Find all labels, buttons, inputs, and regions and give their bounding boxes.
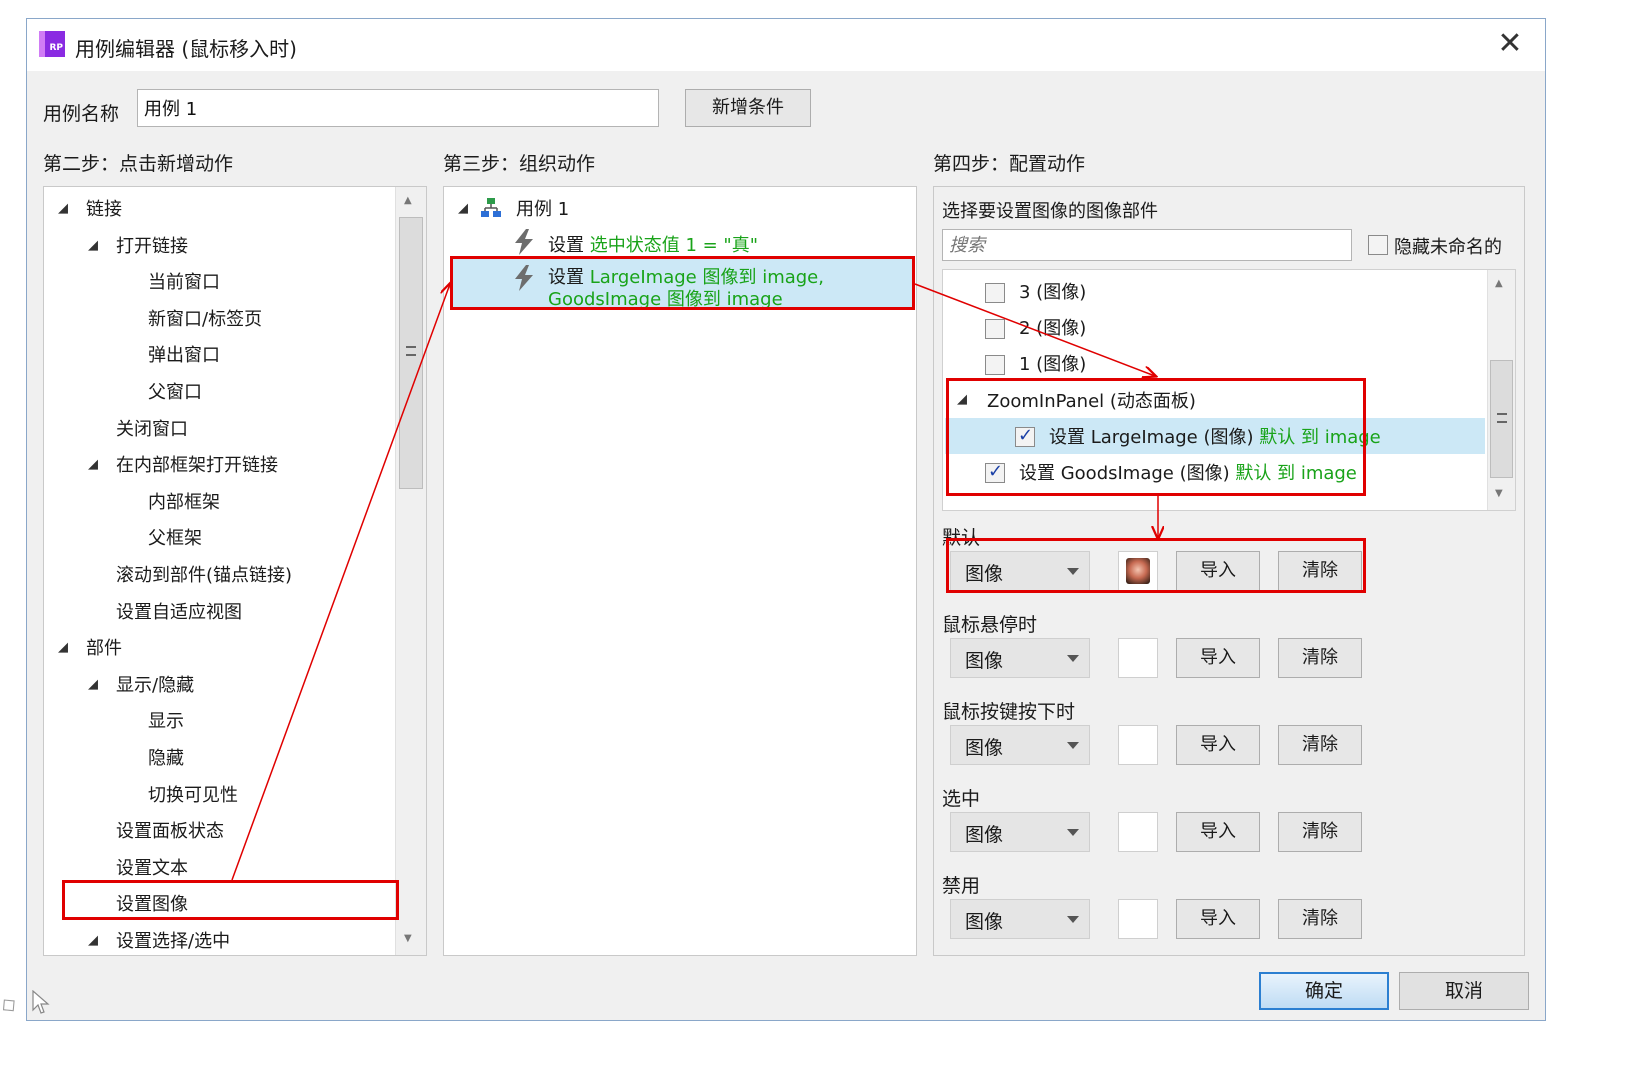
- image-type-select[interactable]: 图像: [950, 638, 1090, 678]
- chevron-down-icon: [1067, 916, 1079, 923]
- action-tree-item[interactable]: 打开链接: [116, 232, 188, 258]
- clear-button[interactable]: 清除: [1278, 638, 1362, 678]
- scroll-down-icon[interactable]: ▼: [404, 933, 412, 944]
- select-value: 图像: [965, 650, 1004, 672]
- action-tree-item[interactable]: 设置选择/选中: [116, 927, 230, 953]
- import-button[interactable]: 导入: [1176, 812, 1260, 852]
- step3-heading: 第三步：组织动作: [443, 153, 596, 175]
- expand-triangle-icon[interactable]: ◢: [88, 933, 98, 948]
- action-tree-item[interactable]: 父框架: [148, 524, 202, 550]
- image-preview: [1118, 899, 1158, 939]
- action-tree-item[interactable]: 隐藏: [148, 744, 184, 770]
- import-button[interactable]: 导入: [1176, 638, 1260, 678]
- step4-heading: 第四步：配置动作: [933, 153, 1086, 175]
- image-type-select[interactable]: 图像: [950, 812, 1090, 852]
- hide-unnamed-label: 隐藏未命名的: [1394, 237, 1502, 258]
- state-label: 选中: [942, 788, 981, 810]
- scroll-thumb[interactable]: [1490, 360, 1513, 478]
- action-tree-item[interactable]: 切换可见性: [148, 781, 238, 807]
- scroll-up-icon[interactable]: ▲: [1495, 278, 1503, 289]
- action-tree-item[interactable]: 设置面板状态: [116, 817, 224, 843]
- image-preview: [1118, 638, 1158, 678]
- annotation-box-set-image: [62, 880, 399, 920]
- add-condition-button[interactable]: 新增条件: [685, 89, 811, 127]
- actions-tree-panel: ◢ 链接 ◢ 打开链接当前窗口新窗口/标签页 弹出窗口父窗口关闭窗口 ◢ 在内部框架打开链接…: [43, 186, 427, 956]
- widget-checkbox-1[interactable]: [985, 355, 1005, 375]
- action-tree-item[interactable]: 链接: [86, 195, 122, 221]
- state-label: 鼠标按键按下时: [942, 701, 1076, 723]
- chevron-down-icon: [1067, 742, 1079, 749]
- ok-button[interactable]: 确定: [1259, 972, 1389, 1010]
- action-tree-item[interactable]: 当前窗口: [148, 268, 220, 294]
- state-label: 禁用: [942, 875, 981, 897]
- expand-triangle-icon[interactable]: ◢: [58, 640, 68, 655]
- widget-item-1[interactable]: 1 (图像): [1019, 350, 1086, 376]
- widget-checkbox-2[interactable]: [985, 319, 1005, 339]
- annotation-box-action: [450, 256, 915, 310]
- hide-unnamed-checkbox[interactable]: [1368, 235, 1388, 255]
- actions-tree-scrollbar[interactable]: ▲ ▼: [395, 187, 426, 955]
- eraser-cursor-icon: ◇: [0, 989, 22, 1019]
- image-preview: [1118, 725, 1158, 765]
- expand-triangle-icon[interactable]: ◢: [58, 201, 68, 216]
- import-button[interactable]: 导入: [1176, 725, 1260, 765]
- case-editor-dialog: RP 用例编辑器 (鼠标移入时) ✕ 用例名称 新增条件 第二步：点击新增动作 …: [26, 18, 1546, 1021]
- select-widget-heading: 选择要设置图像的图像部件: [942, 201, 1158, 222]
- action-tree-item[interactable]: 部件: [86, 634, 122, 660]
- action-tree-item[interactable]: 内部框架: [148, 488, 220, 514]
- widget-list-scrollbar[interactable]: ▲ ▼: [1487, 270, 1515, 510]
- image-type-select[interactable]: 图像: [950, 725, 1090, 765]
- widget-item-3[interactable]: 3 (图像): [1019, 278, 1086, 304]
- action-tree-item[interactable]: 设置自适应视图: [116, 598, 242, 624]
- annotation-box-default-state: [946, 538, 1366, 593]
- close-icon[interactable]: ✕: [1495, 29, 1525, 59]
- step2-heading: 第二步：点击新增动作: [43, 153, 234, 175]
- image-type-select[interactable]: 图像: [950, 899, 1090, 939]
- app-logo-icon: RP: [39, 31, 65, 57]
- select-value: 图像: [965, 737, 1004, 759]
- case-flow-icon: [480, 197, 501, 217]
- image-preview: [1118, 812, 1158, 852]
- action-tree-item[interactable]: 关闭窗口: [116, 415, 188, 441]
- lightning-icon: [512, 229, 536, 255]
- annotation-box-panel-widgets: [946, 378, 1366, 496]
- action-item-1[interactable]: 设置 选中状态值 1 = "真": [548, 231, 758, 257]
- action-tree-item[interactable]: 滚动到部件(锚点链接): [116, 561, 292, 587]
- clear-button[interactable]: 清除: [1278, 725, 1362, 765]
- case-name-input[interactable]: [137, 89, 659, 127]
- select-value: 图像: [965, 824, 1004, 846]
- action-tree-item[interactable]: 显示/隐藏: [116, 671, 194, 697]
- case-node-label[interactable]: 用例 1: [516, 195, 569, 221]
- case-name-label: 用例名称: [43, 103, 120, 125]
- select-value: 图像: [965, 911, 1004, 933]
- action-tree-item[interactable]: 新窗口/标签页: [148, 305, 262, 331]
- window-title: 用例编辑器 (鼠标移入时): [75, 37, 297, 61]
- action-tree-item[interactable]: 在内部框架打开链接: [116, 451, 278, 477]
- widget-item-2[interactable]: 2 (图像): [1019, 314, 1086, 340]
- chevron-down-icon: [1067, 829, 1079, 836]
- expand-triangle-icon[interactable]: ◢: [458, 201, 468, 216]
- scroll-thumb[interactable]: [399, 217, 423, 489]
- chevron-down-icon: [1067, 655, 1079, 662]
- clear-button[interactable]: 清除: [1278, 812, 1362, 852]
- action-tree-item[interactable]: 设置文本: [116, 854, 188, 880]
- expand-triangle-icon[interactable]: ◢: [88, 677, 98, 692]
- expand-triangle-icon[interactable]: ◢: [88, 457, 98, 472]
- pointer-cursor-icon: [32, 989, 50, 1021]
- expand-triangle-icon[interactable]: ◢: [88, 238, 98, 253]
- search-input[interactable]: [942, 229, 1352, 261]
- action-tree-item[interactable]: 父窗口: [148, 378, 202, 404]
- widget-checkbox-3[interactable]: [985, 283, 1005, 303]
- import-button[interactable]: 导入: [1176, 899, 1260, 939]
- title-bar: RP 用例编辑器 (鼠标移入时) ✕: [27, 19, 1545, 71]
- action-tree-item[interactable]: 弹出窗口: [148, 341, 220, 367]
- state-label: 鼠标悬停时: [942, 614, 1038, 636]
- scroll-up-icon[interactable]: ▲: [404, 195, 412, 206]
- scroll-down-icon[interactable]: ▼: [1495, 488, 1503, 499]
- action-tree-item[interactable]: 显示: [148, 707, 184, 733]
- clear-button[interactable]: 清除: [1278, 899, 1362, 939]
- cancel-button[interactable]: 取消: [1399, 972, 1529, 1010]
